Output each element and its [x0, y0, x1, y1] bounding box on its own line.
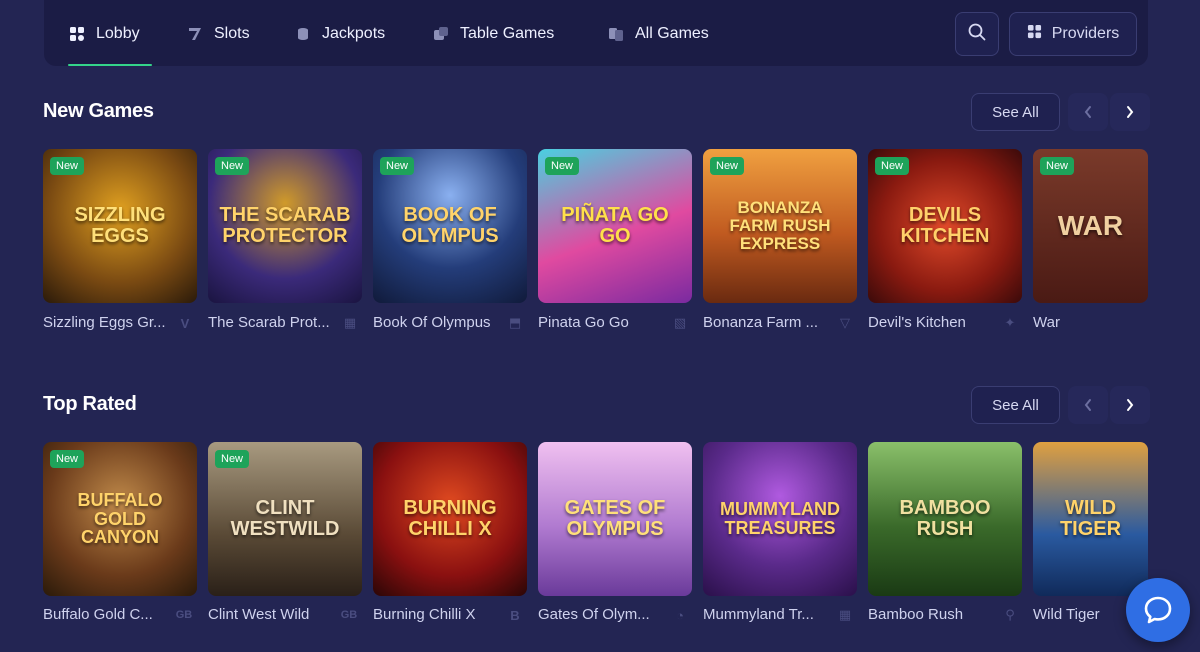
game-art: GATES OF OLYMPUS [538, 442, 692, 596]
tab-label: Table Games [460, 25, 555, 42]
game-card[interactable]: WAR New [1033, 149, 1148, 303]
game-card[interactable]: BUFFALO GOLD CANYON New [43, 442, 197, 596]
see-all-button[interactable]: See All [971, 93, 1060, 131]
game-title[interactable]: Mummyland Tr... [703, 606, 814, 623]
tab-lobby[interactable]: Lobby [68, 22, 140, 46]
dice-icon [432, 25, 450, 43]
next-arrow-button[interactable] [1110, 386, 1150, 424]
game-title[interactable]: Burning Chilli X [373, 606, 476, 623]
grid-icon [68, 25, 86, 43]
chevron-right-icon [1127, 399, 1134, 411]
provider-logo-icon: V [180, 315, 190, 331]
game-title[interactable]: Bonanza Farm ... [703, 314, 818, 331]
game-title[interactable]: Devil's Kitchen [868, 314, 966, 331]
new-badge: New [215, 450, 250, 468]
provider-logo-icon: B [510, 607, 520, 623]
top-nav: Lobby Slots Jackpots Table Games All Gam… [44, 0, 1148, 66]
cards-icon [607, 25, 625, 43]
provider-logo-icon: ✦ [1004, 315, 1016, 330]
search-icon [968, 23, 986, 46]
provider-logo-icon: GB [340, 609, 358, 621]
game-title[interactable]: Book Of Olympus [373, 314, 491, 331]
game-art: BAMBOO RUSH [868, 442, 1022, 596]
prev-arrow-button[interactable] [1068, 93, 1108, 131]
tab-label: All Games [635, 25, 709, 42]
game-art: BURNING CHILLI X [373, 442, 527, 596]
tab-label: Slots [214, 25, 250, 42]
providers-button[interactable]: Providers [1009, 12, 1137, 56]
game-title[interactable]: The Scarab Prot... [208, 314, 330, 331]
new-badge: New [875, 157, 910, 175]
chevron-left-icon [1084, 106, 1091, 118]
new-badge: New [380, 157, 415, 175]
new-badge: New [215, 157, 250, 175]
see-all-button[interactable]: See All [971, 386, 1060, 424]
provider-logo-icon: ⬒ [508, 315, 522, 330]
providers-label: Providers [1051, 25, 1120, 42]
tab-label: Jackpots [322, 25, 386, 42]
provider-logo-icon: ▧ [673, 315, 687, 330]
chat-bubble-icon [1144, 596, 1172, 624]
provider-logo-icon: ▦ [343, 315, 357, 330]
game-title[interactable]: Sizzling Eggs Gr... [43, 314, 166, 331]
new-badge: New [545, 157, 580, 175]
game-art: WILD TIGER [1033, 442, 1148, 596]
game-card[interactable]: WILD TIGER [1033, 442, 1148, 596]
seven-icon [186, 25, 204, 43]
live-chat-button[interactable] [1126, 578, 1190, 642]
game-title[interactable]: Pinata Go Go [538, 314, 629, 331]
active-tab-indicator [68, 64, 152, 66]
new-badge: New [1040, 157, 1075, 175]
game-title[interactable]: Clint West Wild [208, 606, 309, 623]
provider-logo-icon: ▽ [840, 315, 850, 330]
game-card[interactable]: PIÑATA GO GO New [538, 149, 692, 303]
chevron-left-icon [1084, 399, 1091, 411]
game-card[interactable]: DEVILS KITCHEN New [868, 149, 1022, 303]
game-art: MUMMYLAND TREASURES [703, 442, 857, 596]
tab-jackpots[interactable]: Jackpots [294, 22, 385, 46]
game-card[interactable]: BURNING CHILLI X [373, 442, 527, 596]
game-card[interactable]: MUMMYLAND TREASURES [703, 442, 857, 596]
grid-icon [1027, 24, 1042, 44]
new-badge: New [50, 157, 85, 175]
coin-stack-icon [294, 25, 312, 43]
tab-all-games[interactable]: All Games [607, 22, 709, 46]
game-card[interactable]: BAMBOO RUSH [868, 442, 1022, 596]
game-card[interactable]: BOOK OF OLYMPUS New [373, 149, 527, 303]
game-card[interactable]: THE SCARAB PROTECTOR New [208, 149, 362, 303]
search-button[interactable] [955, 12, 999, 56]
game-title[interactable]: Gates Of Olym... [538, 606, 650, 623]
game-title[interactable]: War [1033, 314, 1060, 331]
game-card[interactable]: CLINT WESTWILD New [208, 442, 362, 596]
game-card[interactable]: GATES OF OLYMPUS [538, 442, 692, 596]
game-title[interactable]: Bamboo Rush [868, 606, 963, 623]
game-card[interactable]: BONANZA FARM RUSH EXPRESS New [703, 149, 857, 303]
prev-arrow-button[interactable] [1068, 386, 1108, 424]
provider-logo-icon: ▦ [838, 607, 852, 622]
provider-logo-icon: ⚲ [1005, 607, 1015, 622]
new-badge: New [50, 450, 85, 468]
tab-table-games[interactable]: Table Games [432, 22, 554, 46]
chevron-right-icon [1127, 106, 1134, 118]
provider-logo-icon: ◔ [676, 607, 684, 623]
game-card[interactable]: SIZZLING EGGS New [43, 149, 197, 303]
new-badge: New [710, 157, 745, 175]
tab-slots[interactable]: Slots [186, 22, 250, 46]
game-title[interactable]: Wild Tiger [1033, 606, 1100, 623]
section-title-top-rated: Top Rated [43, 393, 137, 415]
tab-label: Lobby [96, 25, 140, 42]
next-arrow-button[interactable] [1110, 93, 1150, 131]
game-title[interactable]: Buffalo Gold C... [43, 606, 153, 623]
provider-logo-icon: GB [175, 609, 193, 621]
section-title-new-games: New Games [43, 100, 154, 122]
